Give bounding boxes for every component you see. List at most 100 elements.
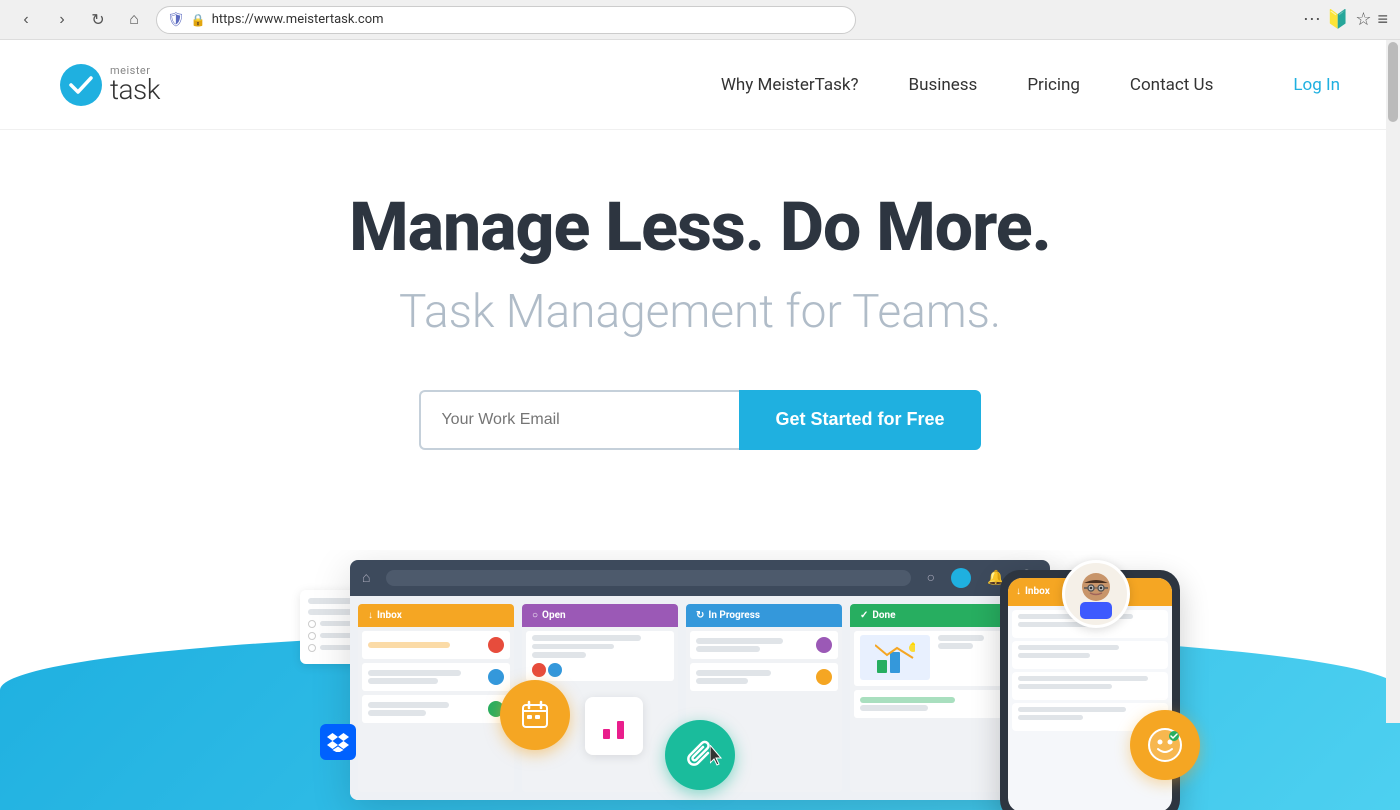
inbox-icon: ↓: [368, 610, 373, 621]
mobile-card-line: [1018, 676, 1148, 681]
card-line: [696, 638, 783, 644]
kanban-card: [362, 695, 510, 723]
nav-business[interactable]: Business: [909, 75, 978, 95]
kanban-card: [526, 631, 674, 681]
mobile-card: [1012, 641, 1168, 669]
card-lines: [860, 697, 996, 711]
card-line: [368, 710, 426, 716]
home-icon: ⌂: [362, 569, 370, 586]
hero-subtitle: Task Management for Teams.: [20, 285, 1380, 340]
card-lines: [938, 635, 996, 649]
col-header-done: ✓ Done: [850, 604, 1006, 627]
mobile-inbox-icon: ↓: [1016, 586, 1021, 597]
card-line: [368, 678, 438, 684]
menu-dots-icon[interactable]: ⋯: [1303, 9, 1321, 30]
mobile-card-line: [1018, 653, 1090, 658]
panel-dot: [308, 632, 316, 640]
email-input[interactable]: [419, 390, 739, 450]
card-lines: [368, 670, 484, 684]
card-avatar: [548, 663, 562, 677]
address-bar[interactable]: 🛡 🔒 https://www.meistertask.com: [156, 6, 856, 34]
nav-why[interactable]: Why MeisterTask?: [721, 75, 859, 95]
home-button[interactable]: ⌂: [120, 6, 148, 34]
mobile-card-line: [1018, 707, 1126, 712]
kanban-card: [362, 631, 510, 659]
website-content: meister task Why MeisterTask? Business P…: [0, 40, 1400, 810]
panel-dot: [308, 644, 316, 652]
topbar-avatar: [951, 568, 971, 588]
mobile-card-line: [1018, 684, 1112, 689]
mobile-inbox-label: Inbox: [1025, 586, 1050, 597]
col-header-open: ○ Open: [522, 604, 678, 627]
kanban-card: [690, 663, 838, 691]
card-line: [696, 646, 760, 652]
card-line: [368, 670, 461, 676]
kanban-col-inbox: ↓ Inbox: [358, 604, 514, 792]
card-lines: [368, 702, 484, 716]
card-line: [938, 643, 973, 649]
kanban-col-done: ✓ Done: [850, 604, 1006, 792]
nav-links: Why MeisterTask? Business Pricing Contac…: [721, 75, 1214, 95]
done-cards: [850, 627, 1006, 792]
logo-link[interactable]: meister task: [60, 64, 160, 106]
panel-dot: [308, 620, 316, 628]
card-lines: [696, 670, 812, 684]
login-link[interactable]: Log In: [1293, 75, 1340, 95]
mobile-card-line: [1018, 645, 1119, 650]
logo-task-text: task: [110, 76, 160, 104]
card-line: [938, 635, 984, 641]
progress-icon: ↻: [696, 610, 704, 621]
inbox-cards: [358, 627, 514, 792]
chart-icon-box: [585, 697, 643, 755]
mobile-card: [1012, 672, 1168, 700]
card-line: [532, 644, 614, 650]
open-icon: ○: [532, 610, 538, 621]
col-header-progress: ↻ In Progress: [686, 604, 842, 627]
shield-icon: 🛡: [167, 12, 185, 28]
url-text: https://www.meistertask.com: [212, 12, 384, 27]
card-line: [696, 678, 748, 684]
refresh-button[interactable]: ↻: [84, 6, 112, 34]
dropbox-icon: [320, 724, 356, 760]
kanban-card: [362, 663, 510, 691]
mobile-card-line: [1018, 715, 1083, 720]
card-avatars: [532, 663, 562, 677]
lock-icon: 🔒: [191, 13, 206, 27]
card-line: [696, 670, 771, 676]
card-avatar: [532, 663, 546, 677]
dashboard-preview: Complete ⌂ ○ 🔔 🔍: [0, 550, 1400, 810]
card-lines: [696, 638, 812, 652]
back-button[interactable]: ‹: [12, 6, 40, 34]
logo-text: meister task: [110, 65, 160, 104]
kanban-card: [854, 631, 1002, 686]
site-header: meister task Why MeisterTask? Business P…: [0, 40, 1400, 130]
avatar-glasses: [1062, 560, 1130, 628]
forward-button[interactable]: ›: [48, 6, 76, 34]
card-avatar: [488, 637, 504, 653]
card-line: [532, 652, 586, 658]
nav-contact[interactable]: Contact Us: [1130, 75, 1213, 95]
scrollbar[interactable]: [1386, 40, 1400, 723]
card-image: [860, 635, 930, 680]
browser-controls: ⋯ 🔰 ☆ ≡: [1303, 9, 1388, 30]
cta-button[interactable]: Get Started for Free: [739, 390, 980, 450]
card-line: [368, 702, 449, 708]
nav-pricing[interactable]: Pricing: [1027, 75, 1080, 95]
done-icon: ✓: [860, 610, 868, 621]
card-line: [860, 705, 928, 711]
browser-chrome: ‹ › ↻ ⌂ 🛡 🔒 https://www.meistertask.com …: [0, 0, 1400, 40]
shield-protect-icon[interactable]: 🔰: [1327, 9, 1349, 30]
scrollbar-thumb[interactable]: [1388, 42, 1398, 122]
emoji-icon-circle: [1130, 710, 1200, 780]
topbar-search: [386, 570, 910, 586]
card-line: [532, 635, 641, 641]
card-line: [368, 642, 450, 648]
card-line: [860, 697, 955, 703]
logo-icon: [60, 64, 102, 106]
kanban-topbar: ⌂ ○ 🔔 🔍: [350, 560, 1050, 596]
hamburger-icon[interactable]: ≡: [1377, 9, 1388, 30]
kanban-card: [854, 690, 1002, 718]
clock-icon: ○: [927, 569, 935, 586]
calendar-icon-circle: [500, 680, 570, 750]
bookmark-star-icon[interactable]: ☆: [1355, 9, 1371, 30]
